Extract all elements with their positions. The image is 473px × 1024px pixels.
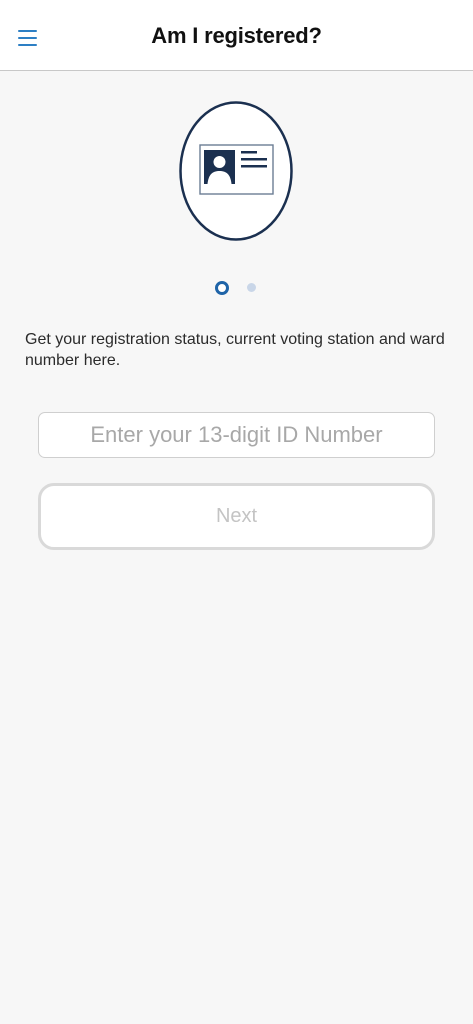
id-card-person-head	[213, 156, 226, 168]
app-screen: Am I registered? Get your registration s…	[0, 0, 473, 1024]
id-number-input[interactable]	[38, 412, 435, 458]
navigation-bar: Am I registered?	[0, 0, 473, 71]
description-text: Get your registration status, current vo…	[25, 331, 445, 369]
next-button[interactable]: Next	[38, 483, 435, 550]
id-card-text-line	[241, 165, 267, 168]
id-card-icon	[179, 101, 293, 241]
id-card-text-line	[241, 158, 267, 161]
page-dot-active[interactable]	[215, 281, 229, 295]
page-dot-inactive[interactable]	[247, 283, 256, 292]
page-indicator	[0, 280, 473, 296]
page-title: Am I registered?	[151, 23, 322, 48]
id-card-text-line	[241, 151, 257, 154]
